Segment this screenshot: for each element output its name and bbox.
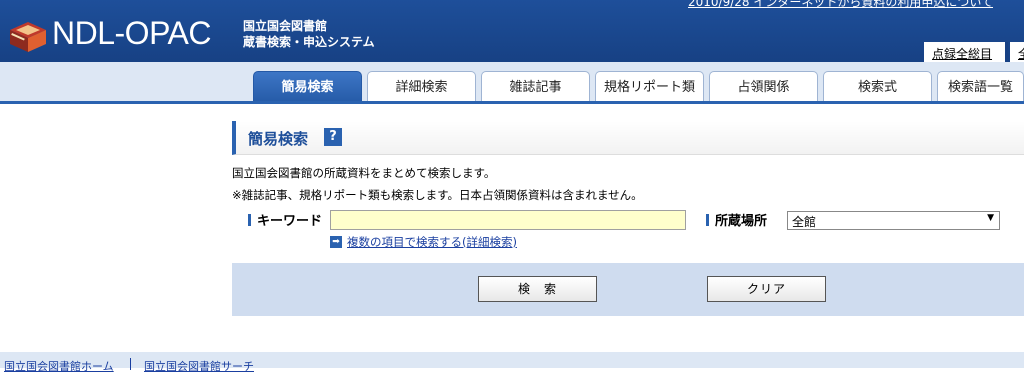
notice-link[interactable]: 2010/9/28 インターネットから資料の利用申込について [688, 0, 993, 10]
arrow-right-icon: ➡ [330, 236, 342, 248]
dropdown-arrow-icon: ▼ [987, 213, 994, 223]
description-line-2: ※雑誌記事、規格リポート類も検索します。日本占領関係資料は含まれません。 [232, 188, 643, 202]
ndl-books-logo-icon [8, 18, 48, 54]
search-button[interactable]: 検 索 [478, 276, 597, 302]
location-select[interactable]: 全館 ▼ [787, 211, 1000, 230]
app-header: NDL-OPAC 国立国会図書館 蔵書検索・申込システム 2010/9/28 イ… [0, 0, 1024, 62]
tab-simple-search[interactable]: 簡易検索 [253, 71, 362, 104]
tab-advanced-search[interactable]: 詳細検索 [367, 71, 476, 104]
panel-header: 簡易検索 ? [232, 121, 1024, 155]
header-link-2[interactable]: 全 [1010, 42, 1024, 62]
tab-standards-reports[interactable]: 規格リポート類 [595, 71, 704, 104]
tab-bar: 簡易検索 詳細検索 雑誌記事 規格リポート類 占領関係 検索式 検索語一覧 [0, 62, 1024, 104]
description-line-1: 国立国会図書館の所蔵資料をまとめて検索します。 [232, 166, 496, 180]
header-link-1[interactable]: 点録全総目 [924, 42, 1008, 62]
tab-search-terms[interactable]: 検索語一覧 [937, 71, 1024, 104]
clear-button[interactable]: クリア [707, 276, 826, 302]
footer-divider [130, 358, 131, 370]
footer-bar: 国立国会図書館ホーム 国立国会図書館サーチ [0, 352, 1024, 373]
advanced-search-link[interactable]: 複数の項目で検索する(詳細検索) [347, 234, 517, 250]
page-title: 簡易検索 [248, 130, 309, 148]
subtitle-line-2: 蔵書検索・申込システム [243, 35, 375, 49]
help-icon[interactable]: ? [324, 128, 342, 146]
location-selected-value: 全館 [792, 215, 817, 229]
subtitle-line-1: 国立国会図書館 [243, 19, 328, 33]
button-area: 検 索 クリア [232, 263, 1024, 316]
app-subtitle: 国立国会図書館 蔵書検索・申込システム [243, 18, 375, 50]
keyword-label: キーワード [248, 210, 322, 229]
app-brand[interactable]: NDL-OPAC [52, 15, 211, 52]
footer-link-ndl-search[interactable]: 国立国会図書館サーチ [144, 358, 254, 374]
tab-journal-articles[interactable]: 雑誌記事 [481, 71, 590, 104]
keyword-input[interactable] [330, 210, 686, 230]
location-label: 所蔵場所 [706, 210, 767, 229]
tab-occupation[interactable]: 占領関係 [709, 71, 818, 104]
tab-search-expression[interactable]: 検索式 [823, 71, 932, 104]
footer-link-ndl-home[interactable]: 国立国会図書館ホーム [4, 358, 114, 374]
